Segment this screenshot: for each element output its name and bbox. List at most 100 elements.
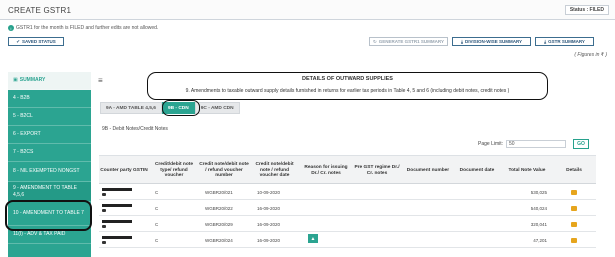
go-button[interactable]: GO <box>573 139 589 149</box>
page-limit: Page Limit: 50 <box>478 140 567 148</box>
edit-icon[interactable] <box>571 205 577 211</box>
total-value-cell: 540,024 <box>530 205 547 211</box>
lock-icon <box>102 192 106 196</box>
total-value-cell: 47,201 <box>533 237 547 243</box>
sidebar-item-export[interactable]: 6 - EXPORT <box>8 126 91 144</box>
total-value-cell: 530,025 <box>530 189 547 195</box>
lock-icon <box>102 208 106 212</box>
details-cell[interactable] <box>571 216 577 232</box>
note-date-cell: 16-09-2020 <box>257 237 281 243</box>
edit-icon[interactable] <box>571 237 577 243</box>
lock-icon <box>102 240 106 244</box>
check-icon: ✔ <box>16 38 20 44</box>
filed-notice: i GSTR1 for the month is FILED and furth… <box>8 25 158 31</box>
sidebar-item-summary[interactable]: ▣ SUMMARY <box>8 72 91 90</box>
summary-icon: ▣ <box>13 77 18 84</box>
gstin-cell <box>102 200 148 216</box>
details-description: 9. Amendments to taxable outward supply … <box>185 88 510 94</box>
sidebar-item-label: 7 - B2CS <box>13 149 34 156</box>
details-cell[interactable] <box>571 184 577 200</box>
main-content: ≡ DETAILS OF OUTWARD SUPPLIES 9. Amendme… <box>95 72 601 257</box>
col-note-number: Credit note/debit note / refund voucher … <box>199 161 249 179</box>
scroll-top-button[interactable]: ▲ <box>308 234 318 243</box>
redacted-gstin <box>102 188 132 192</box>
note-number-cell: WGBR20/021 <box>205 189 233 195</box>
note-number-cell: WGBR20/029 <box>205 221 233 227</box>
total-value-cell: 320,041 <box>530 221 547 227</box>
sidebar-item-b2cl[interactable]: 5 - B2CL <box>8 108 91 126</box>
sidebar-item-nil-exempted[interactable]: 8 - NIL EXEMPTED NONGST <box>8 162 91 182</box>
sidebar-item-label: 4 - B2B <box>13 95 30 102</box>
sidebar-item-amendment-7[interactable]: 10 - AMENDMENT TO TABLE 7 <box>8 202 91 226</box>
tab-9a[interactable]: 9A - AMD TABLE 4,5,6 <box>100 102 162 114</box>
table-row: C WGBR20/024 16-09-2020 47,201 <box>99 232 596 248</box>
note-type-cell: C <box>155 237 159 243</box>
sidebar-item-label: SUMMARY <box>19 77 46 84</box>
sidebar-item-label: 5 - B2CL <box>13 113 33 120</box>
gstin-cell <box>102 184 148 200</box>
redacted-gstin <box>102 220 132 224</box>
col-gstin: Counter party GSTIN <box>100 167 148 173</box>
sidebar-item-label: 8 - NIL EXEMPTED NONGST <box>13 168 80 175</box>
note-type-cell: C <box>155 205 159 211</box>
gstr-summary-label: GSTR SUMMARY <box>548 39 585 44</box>
top-bar: CREATE GSTR1 Status : FILED <box>0 0 615 20</box>
col-details: Details <box>566 167 582 173</box>
sidebar-item-b2cs[interactable]: 7 - B2CS <box>8 144 91 162</box>
page-limit-input[interactable]: 50 <box>506 140 567 148</box>
table-row: C WGBR20/029 16-09-2020 320,041 <box>99 216 596 232</box>
note-number-cell: WGBR20/022 <box>205 205 233 211</box>
info-icon: i <box>8 25 14 31</box>
tab-9c[interactable]: 9C - AMD CDN <box>194 102 240 114</box>
gstr-summary-button[interactable]: ⤓ GSTR SUMMARY <box>535 37 594 46</box>
filed-notice-text: GSTR1 for the month is FILED and further… <box>16 25 159 31</box>
sidebar-item-amendment-456[interactable]: 9 - AMENDMENT TO TABLE 4,5,6 <box>8 182 91 202</box>
edit-icon[interactable] <box>571 189 577 195</box>
sidebar-item-label: 9 - AMENDMENT TO TABLE 4,5,6 <box>13 185 77 198</box>
menu-icon[interactable]: ≡ <box>98 76 103 85</box>
col-doc-number: Document number <box>406 167 450 173</box>
sidebar: ▣ SUMMARY 4 - B2B 5 - B2CL 6 - EXPORT 7 … <box>8 72 91 257</box>
section-label: 9B - Debit Notes/Credit Notes <box>102 126 168 132</box>
status-badge: Status : FILED <box>564 5 609 15</box>
saved-status-label: SAVED STATUS <box>22 39 56 44</box>
download-icon: ⤓ <box>460 39 463 44</box>
details-title: DETAILS OF OUTWARD SUPPLIES <box>302 76 393 82</box>
sidebar-item-adv-tax-paid[interactable]: 11(I) - ADV & TAX PAID <box>8 226 91 244</box>
details-callout: DETAILS OF OUTWARD SUPPLIES 9. Amendment… <box>147 72 548 100</box>
table-header: Counter party GSTIN Credit/debit note ty… <box>99 155 596 184</box>
note-number-cell: WGBR20/024 <box>205 237 233 243</box>
col-doc-date: Document date <box>459 167 495 173</box>
sidebar-item-b2b[interactable]: 4 - B2B <box>8 90 91 108</box>
note-date-cell: 16-09-2020 <box>257 221 281 227</box>
details-cell[interactable] <box>571 232 577 248</box>
refresh-icon: ↻ <box>372 38 377 44</box>
generate-summary-button[interactable]: ↻ GENERATE GSTR1 SUMMARY <box>369 37 448 46</box>
note-type-cell: C <box>155 189 159 195</box>
col-total-value: Total Note Value <box>508 167 546 173</box>
saved-status-button[interactable]: ✔ SAVED STATUS <box>8 37 64 46</box>
lock-icon <box>102 224 106 228</box>
tab-bar: 9A - AMD TABLE 4,5,6 9B - CDN 9C - AMD C… <box>100 102 240 114</box>
details-cell[interactable] <box>571 200 577 216</box>
col-reason: Reason for issuing Dr./ Cr. notes <box>304 164 348 176</box>
note-date-cell: 10-09-2020 <box>257 189 281 195</box>
page-limit-label: Page Limit: <box>478 141 504 147</box>
generate-summary-label: GENERATE GSTR1 SUMMARY <box>378 39 445 44</box>
note-type-cell: C <box>155 221 159 227</box>
page-title: CREATE GSTR1 <box>8 6 72 15</box>
sidebar-item-label: 10 - AMENDMENT TO TABLE 7 <box>13 210 84 217</box>
sidebar-item-label: 6 - EXPORT <box>13 131 41 138</box>
gstin-cell <box>102 232 148 248</box>
gstin-cell <box>102 216 148 232</box>
table-row: C WGBR20/022 16-09-2020 540,024 <box>99 200 596 216</box>
col-note-type: Credit/debit note type/ refund voucher <box>154 161 194 179</box>
table-row: C WGBR20/021 10-09-2020 530,025 <box>99 184 596 200</box>
edit-icon[interactable] <box>571 221 577 227</box>
division-summary-label: DIVISION-WISE SUMMARY <box>464 39 523 44</box>
tab-9b[interactable]: 9B - CDN <box>161 102 195 114</box>
redacted-gstin <box>102 236 132 240</box>
col-pre-gst: Pre GST regime Dr./ Cr. notes <box>354 164 400 176</box>
sidebar-item-label: 11(I) - ADV & TAX PAID <box>13 231 66 238</box>
division-summary-button[interactable]: ⤓ DIVISION-WISE SUMMARY <box>452 37 531 46</box>
